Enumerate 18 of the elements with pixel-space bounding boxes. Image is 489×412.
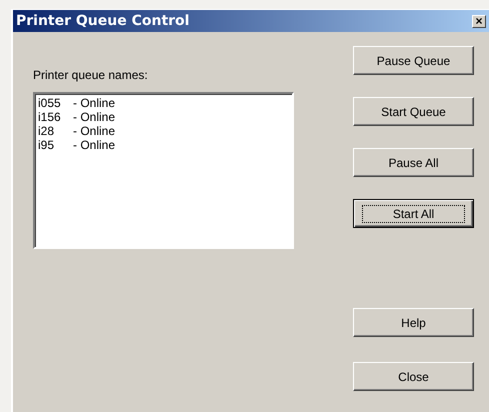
dialog-button[interactable]: Close — [353, 362, 474, 391]
dialog-button[interactable]: Help — [353, 308, 474, 337]
queue-name: i28 — [38, 124, 56, 138]
queue-status: - Online — [73, 138, 116, 152]
queue-name: i95 — [38, 138, 56, 152]
queue-list[interactable]: i055 - Online i156 - Online i28 - Online i95 - Online — [33, 92, 294, 249]
default-button[interactable]: Start All — [353, 199, 474, 228]
dialog-button[interactable]: Pause Queue — [353, 46, 474, 75]
queue-name: i156 — [38, 110, 62, 124]
queue-status: - Online — [73, 96, 116, 110]
dialog-button[interactable]: Start Queue — [353, 97, 474, 126]
list-label: Printer queue names: — [33, 68, 149, 84]
close-button[interactable]: × — [472, 14, 486, 28]
window-title: Printer Queue Control — [16, 13, 190, 29]
dialog-button[interactable]: Pause All — [353, 148, 474, 177]
queue-status: - Online — [73, 124, 116, 138]
queue-status: - Online — [73, 110, 116, 124]
queue-name: i055 — [38, 96, 62, 110]
